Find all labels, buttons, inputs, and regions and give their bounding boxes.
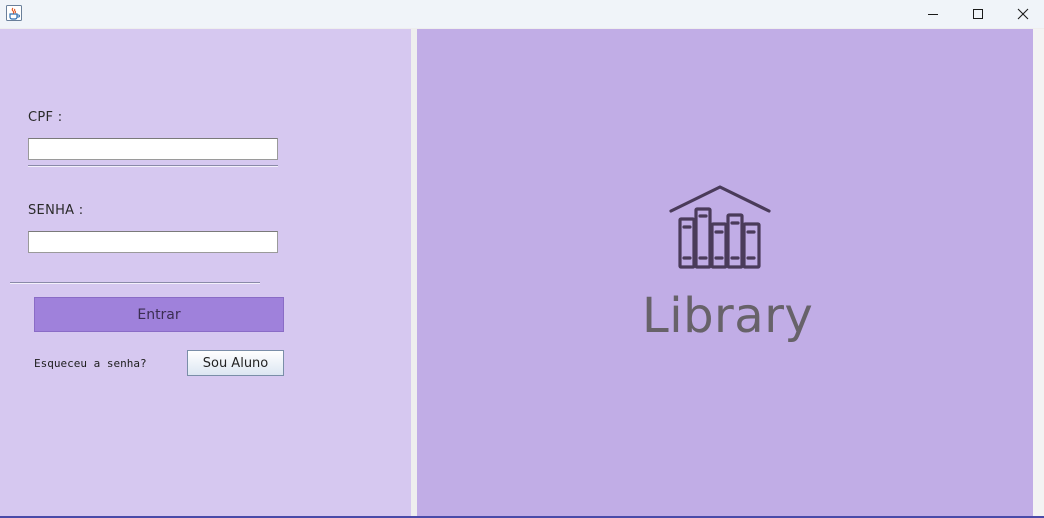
cpf-label: CPF : xyxy=(28,110,63,125)
senha-input[interactable] xyxy=(28,231,278,253)
close-button[interactable] xyxy=(1000,0,1044,28)
title-bar[interactable] xyxy=(0,0,1044,28)
maximize-button[interactable] xyxy=(955,0,1001,28)
window-right-border xyxy=(1033,29,1044,518)
maximize-icon xyxy=(973,9,983,19)
branding-panel xyxy=(417,29,1033,518)
form-separator xyxy=(10,282,260,284)
student-button[interactable]: Sou Aluno xyxy=(187,350,284,376)
cpf-separator xyxy=(28,165,278,167)
library-bookshelf-icon xyxy=(669,185,771,269)
java-cup-icon xyxy=(6,5,22,21)
cpf-input[interactable] xyxy=(28,138,278,160)
close-icon xyxy=(1017,8,1029,20)
library-title: Library xyxy=(642,288,814,344)
login-panel xyxy=(0,29,411,518)
forgot-password-label: Esqueceu a senha? xyxy=(34,357,147,370)
minimize-icon xyxy=(928,14,938,15)
minimize-button[interactable] xyxy=(910,0,956,28)
senha-label: SENHA : xyxy=(28,203,84,218)
enter-button[interactable]: Entrar xyxy=(34,297,284,332)
